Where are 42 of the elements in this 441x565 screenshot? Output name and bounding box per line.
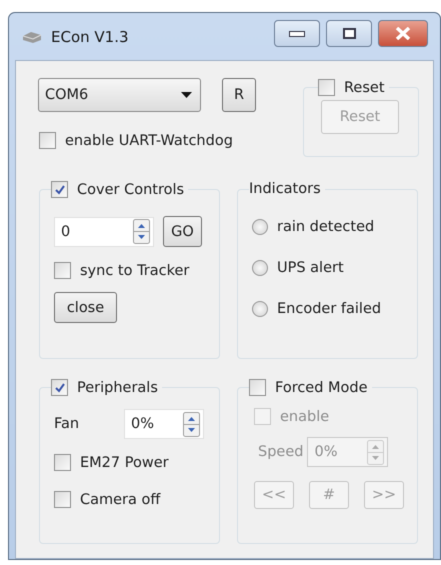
checkmark-icon: [54, 184, 66, 196]
maximize-icon: [342, 28, 356, 39]
indicator-label: Encoder failed: [277, 301, 382, 317]
checkbox[interactable]: [39, 132, 56, 149]
checkbox-label: Peripherals: [77, 380, 158, 396]
close-cover-button[interactable]: close: [54, 292, 117, 323]
checkbox[interactable]: [54, 491, 71, 508]
checkbox-label: enable: [280, 408, 330, 424]
checkbox[interactable]: [51, 181, 68, 198]
indicator-label: UPS alert: [277, 260, 344, 276]
speed-label: Speed: [258, 444, 304, 460]
app-icon: [22, 30, 42, 44]
spin-arrows-icon[interactable]: [133, 219, 150, 244]
port-dropdown[interactable]: COM6: [38, 78, 201, 112]
checkbox-label: EM27 Power: [80, 454, 169, 470]
go-button[interactable]: GO: [163, 216, 202, 247]
minimize-button[interactable]: [274, 20, 320, 47]
minimize-icon: [289, 30, 305, 36]
group-title: Indicators: [249, 181, 321, 197]
refresh-button[interactable]: R: [222, 78, 256, 112]
checkbox[interactable]: [54, 262, 71, 279]
window-title: ECon V1.3: [51, 28, 129, 46]
indicator-label: rain detected: [277, 219, 374, 235]
checkbox-label: Camera off: [80, 492, 160, 508]
checkbox-label: Forced Mode: [275, 380, 368, 396]
checkbox-label: sync to Tracker: [80, 262, 190, 278]
maximize-button[interactable]: [326, 20, 372, 47]
checkbox-label: Cover Controls: [77, 182, 184, 198]
checkbox[interactable]: [249, 379, 266, 396]
spin-arrows-icon[interactable]: [183, 412, 200, 436]
close-button[interactable]: [378, 20, 428, 47]
close-icon: [395, 27, 411, 40]
checkbox-label: enable UART-Watchdog: [65, 132, 233, 148]
position-field[interactable]: 0: [54, 216, 154, 246]
checkbox-label: Reset: [344, 80, 385, 96]
checkmark-icon: [54, 382, 66, 394]
dropdown-arrow-icon: [181, 92, 192, 98]
fan-field[interactable]: 0%: [124, 409, 204, 439]
checkbox[interactable]: [54, 454, 71, 471]
checkbox[interactable]: [318, 79, 335, 96]
checkbox[interactable]: [51, 379, 68, 396]
fan-label: Fan: [54, 416, 80, 432]
